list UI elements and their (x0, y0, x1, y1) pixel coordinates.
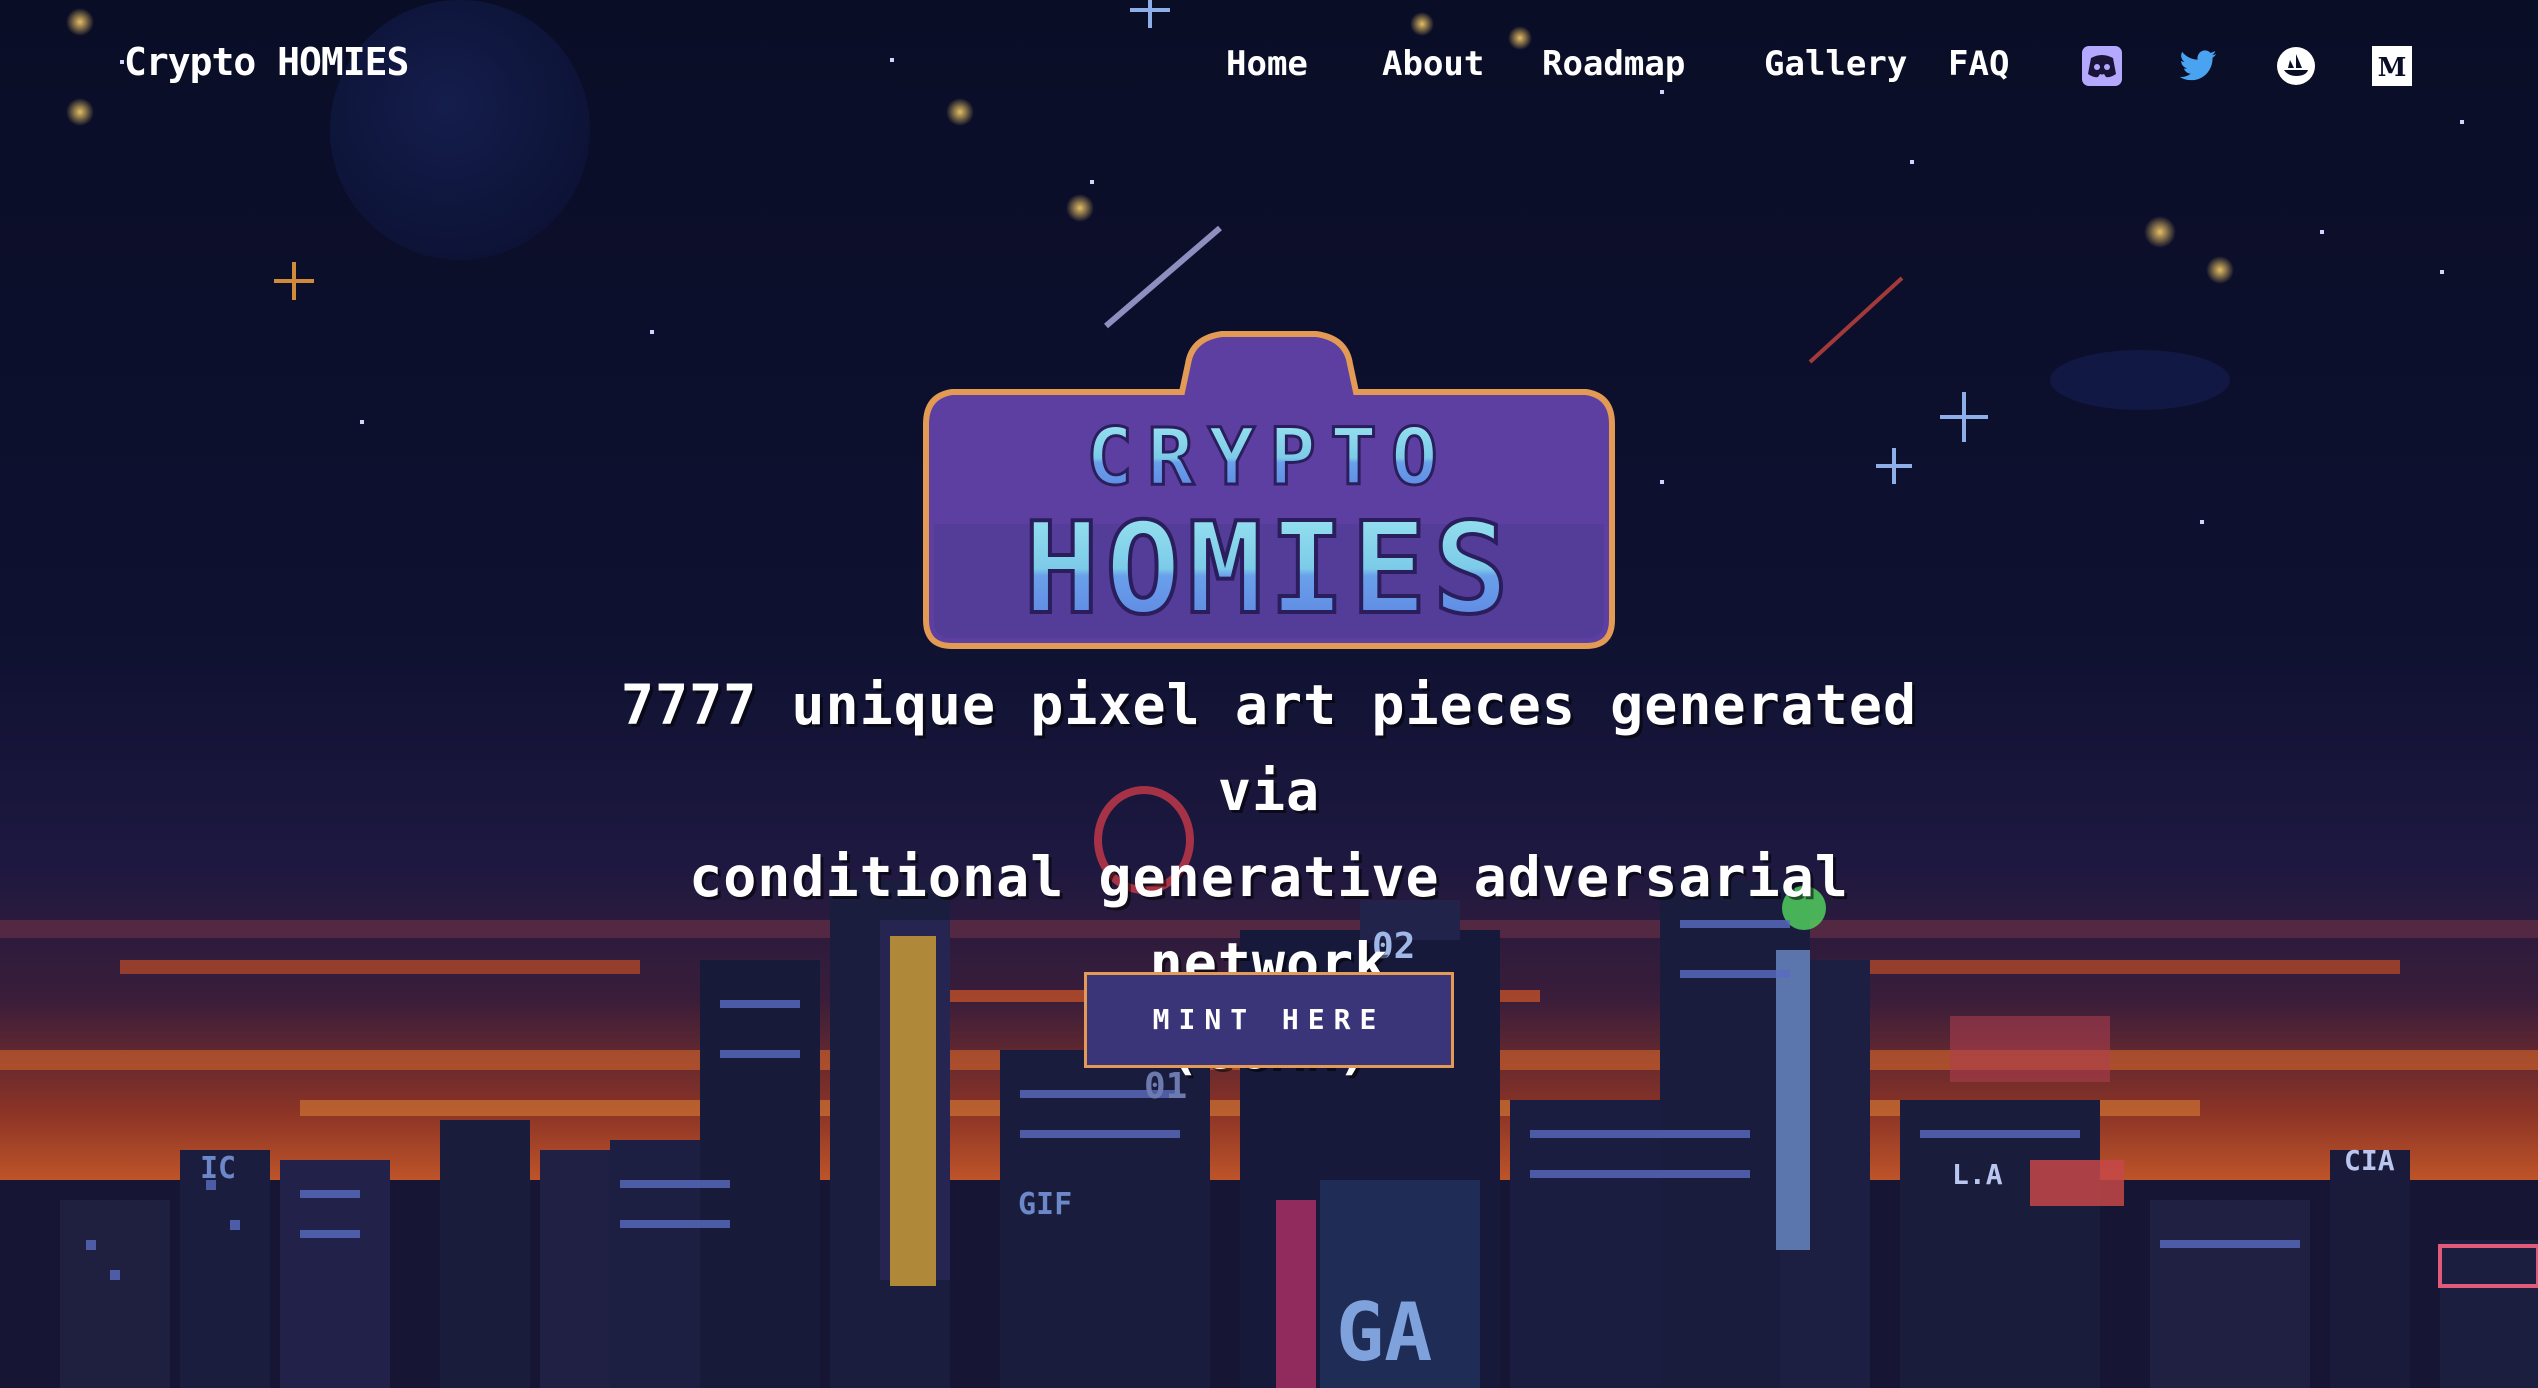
nav-link-faq[interactable]: FAQ (1948, 44, 2009, 84)
nav-link-gallery[interactable]: Gallery (1764, 44, 1907, 84)
flag-la (2030, 1160, 2124, 1206)
discord-icon[interactable] (2082, 46, 2122, 86)
svg-text:M: M (2378, 53, 2407, 83)
sign-ic: IC (200, 1151, 236, 1186)
sign-gif: GIF (1018, 1187, 1072, 1222)
planet-right (2050, 350, 2230, 410)
logo-word-homies: HOMIES (1023, 495, 1514, 642)
opensea-icon[interactable] (2276, 46, 2316, 86)
twitter-icon[interactable] (2178, 46, 2218, 86)
sign-la: L.A (1952, 1158, 2003, 1191)
neon-sign-pink (1276, 1200, 1316, 1388)
medium-icon[interactable]: M (2372, 46, 2412, 86)
crypto-homies-logo: CRYPTO HOMIES (923, 331, 1615, 649)
sign-cia: CIA (2344, 1144, 2395, 1177)
logo-word-crypto: CRYPTO (1086, 413, 1452, 503)
nav-link-about[interactable]: About (1382, 44, 1484, 84)
nav-link-home[interactable]: Home (1226, 44, 1308, 84)
brand-logo-text[interactable]: Crypto HOMIES (124, 40, 409, 84)
top-nav: Crypto HOMIES Home About Roadmap Gallery… (0, 0, 2538, 140)
mint-button[interactable]: MINT HERE (1084, 972, 1454, 1068)
nav-link-roadmap[interactable]: Roadmap (1542, 44, 1685, 84)
tagline-line-1: 7777 unique pixel art pieces generated v… (620, 673, 1918, 823)
sign-ga: GA (1336, 1286, 1432, 1379)
